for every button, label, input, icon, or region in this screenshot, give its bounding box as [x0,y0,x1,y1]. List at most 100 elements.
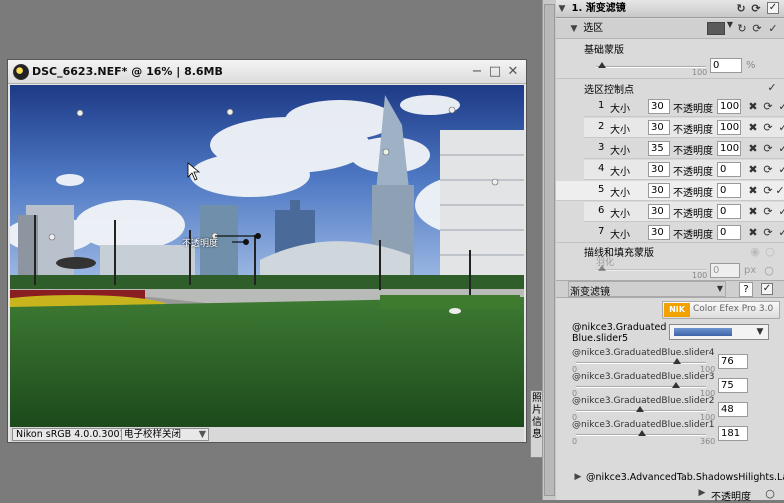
link-icon[interactable]: ⟳ [762,185,774,197]
slider-value-input[interactable]: 48 [718,402,748,417]
chevron-down-icon[interactable]: ▼ [714,283,726,295]
delete-icon[interactable]: ✖ [747,206,759,218]
slider-value-input[interactable]: 75 [718,378,748,393]
opacity-control-label: 不透明度 [182,239,219,249]
checkmark-icon[interactable]: ✓ [766,82,778,94]
cp-size-input[interactable]: 35 [648,141,670,156]
checkmark-icon[interactable]: ✓ [777,164,784,176]
delete-icon[interactable]: ✖ [747,122,759,134]
minimize-button[interactable]: − [469,64,485,79]
filter-select[interactable] [568,281,726,297]
swatch-menu-arrow-icon[interactable]: ▼ [724,19,736,31]
checkmark-icon[interactable]: ✓ [777,206,784,218]
filter-enable-checkbox[interactable]: ✓ [761,283,773,295]
step-header[interactable]: ▼ 1. 渐变滤镜 ↻ ⟳ ✓ [556,0,784,18]
base-mask-slider-thumb[interactable] [598,62,606,68]
control-point-row-selected[interactable]: 5 大小 30 不透明度 0 ✖ ⟳ ✓ [556,181,784,201]
cp-opacity-input[interactable]: 0 [717,183,741,198]
slider-thumb[interactable] [638,430,646,436]
collapse-triangle-icon[interactable]: ▼ [568,19,580,39]
base-mask-slider-track[interactable] [596,66,706,68]
delete-icon[interactable]: ✖ [747,164,759,176]
radio-icon[interactable]: ○ [764,488,776,500]
soft-proof-dropdown[interactable]: 电子校样关闭 ▼ [121,428,209,441]
cp-size-input[interactable]: 30 [648,225,670,240]
checkmark-icon[interactable]: ✓ [777,122,784,134]
slider-value-input[interactable]: 181 [718,426,748,441]
link-icon[interactable]: ⟳ [762,227,774,239]
slider-thumb[interactable] [672,382,680,388]
feather-slider-track[interactable] [596,269,706,271]
radio-icon[interactable]: ◉ [749,246,761,258]
cp-size-input[interactable]: 30 [648,99,670,114]
link-icon[interactable]: ⟳ [762,122,774,134]
delete-icon[interactable]: ✖ [747,185,759,197]
expand-triangle-icon[interactable]: ▶ [572,472,584,482]
control-point-row[interactable]: 3 大小 35 不透明度 100 ✖ ⟳ ✓ [584,139,784,159]
checkmark-icon[interactable]: ✓ [777,143,784,155]
advanced-row[interactable]: ▶ @nikce3.AdvancedTab.ShadowsHilights.La [556,472,784,486]
undo-icon[interactable]: ↻ [735,3,747,15]
link-icon[interactable]: ⟳ [762,206,774,218]
control-point-row[interactable]: 6 大小 30 不透明度 0 ✖ ⟳ ✓ [584,202,784,222]
link-icon[interactable]: ⟳ [762,101,774,113]
checkmark-icon[interactable]: ✓ [777,101,784,113]
slider-track[interactable] [576,362,706,364]
slider-thumb[interactable] [636,406,644,412]
control-point-row[interactable]: 4 大小 30 不透明度 0 ✖ ⟳ ✓ [584,160,784,180]
link-icon[interactable]: ⟳ [751,23,763,35]
cp-size-input[interactable]: 30 [648,183,670,198]
cp-size-input[interactable]: 30 [648,162,670,177]
delete-icon[interactable]: ✖ [747,143,759,155]
filter-header[interactable]: 渐变滤镜 ▼ ? ✓ [556,280,784,298]
collapse-triangle-icon[interactable]: ▼ [556,1,568,18]
selection-header[interactable]: ▼ 选区 ▼ ↻ ⟳ ✓ [556,19,784,39]
slider-value-input[interactable]: 76 [718,354,748,369]
control-point-row[interactable]: 1 大小 30 不透明度 100 ✖ ⟳ ✓ [584,97,784,117]
slider-thumb[interactable] [673,358,681,364]
slider-track[interactable] [576,386,706,388]
cp-opacity-input[interactable]: 100 [717,99,741,114]
cp-opacity-input[interactable]: 0 [717,204,741,219]
help-button[interactable]: ? [739,282,753,297]
close-button[interactable]: ✕ [505,64,521,79]
maximize-button[interactable]: □ [487,64,503,79]
checkmark-icon[interactable]: ✓ [777,227,784,239]
gradient-dropdown[interactable]: ▼ [669,324,769,340]
panel-scrollbar[interactable] [542,0,556,500]
edit-list-panel: ▼ 1. 渐变滤镜 ↻ ⟳ ✓ ▼ 选区 ▼ ↻ ⟳ ✓ 基础蒙版 100 0 … [542,0,784,503]
cp-size-input[interactable]: 30 [648,120,670,135]
opacity-footer-row[interactable]: ▶ 不透明度 ○ [556,488,784,503]
feather-slider-thumb[interactable] [598,265,606,271]
radio-icon[interactable]: ○ [763,265,775,277]
link-icon[interactable]: ⟳ [750,3,762,15]
control-point-row[interactable]: 2 大小 30 不透明度 100 ✖ ⟳ ✓ [584,118,784,138]
radio-icon[interactable]: ○ [764,246,776,258]
cp-size-input[interactable]: 30 [648,204,670,219]
delete-icon[interactable]: ✖ [747,227,759,239]
checkmark-icon[interactable]: ✓ [767,23,779,35]
control-point-row[interactable]: 7 大小 30 不透明度 0 ✖ ⟳ ✓ [584,223,784,243]
cp-index: 4 [598,163,605,174]
link-icon[interactable]: ⟳ [762,164,774,176]
selection-color-swatch[interactable] [707,22,725,35]
link-icon[interactable]: ⟳ [762,143,774,155]
checkmark-icon[interactable]: ✓ [775,185,784,197]
cp-opacity-input[interactable]: 0 [717,162,741,177]
step-enable-checkbox[interactable]: ✓ [767,2,779,14]
base-mask-input[interactable]: 0 [710,58,742,73]
window-titlebar[interactable]: DSC_6623.NEF* @ 16% | 8.6MB − □ ✕ [8,60,526,84]
scrollbar-thumb[interactable] [544,4,555,496]
slider-row: @nikce3.GraduatedBlue.slider1 0 360 181 [556,420,784,446]
slider-label: @nikce3.GraduatedBlue.slider3 [572,372,715,382]
cp-opacity-input[interactable]: 100 [717,120,741,135]
chevron-down-icon: ▼ [198,429,206,440]
undo-icon[interactable]: ↻ [736,23,748,35]
feather-input[interactable]: 0 [710,263,740,278]
delete-icon[interactable]: ✖ [747,101,759,113]
cp-opacity-input[interactable]: 100 [717,141,741,156]
expand-triangle-icon[interactable]: ▶ [696,488,708,498]
image-canvas[interactable]: 不透明度 [10,85,524,427]
cp-size-label: 大小 [610,188,630,199]
cp-opacity-input[interactable]: 0 [717,225,741,240]
